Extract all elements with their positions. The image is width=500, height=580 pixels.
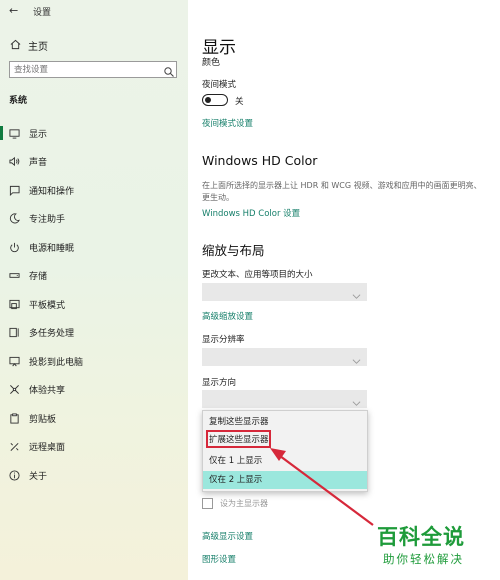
advanced-display-link[interactable]: 高级显示设置 [202, 530, 253, 542]
watermark-brand: 百科全说 [377, 525, 465, 549]
sidebar-item-label: 剪贴板 [29, 414, 57, 425]
orientation-dropdown[interactable] [202, 390, 367, 408]
sidebar-item-tablet[interactable]: 平板模式 [0, 290, 188, 319]
sidebar: ← 设置 主页 系统 显示 声音 通知和操作 专注助手 电源和睡眠 [0, 0, 188, 580]
sidebar-item-storage[interactable]: 存储 [0, 262, 188, 291]
section-heading: 系统 [9, 96, 28, 106]
sidebar-item-about[interactable]: 关于 [0, 461, 188, 490]
share-icon [9, 384, 20, 395]
resolution-label: 显示分辨率 [202, 335, 245, 345]
sidebar-item-label: 远程桌面 [29, 443, 66, 454]
sidebar-item-display[interactable]: 显示 [0, 119, 188, 148]
option-show-only-2[interactable]: 仅在 2 上显示 [203, 471, 367, 489]
sidebar-item-label: 关于 [29, 471, 48, 482]
main-display-checkbox[interactable] [202, 498, 213, 509]
storage-icon [9, 270, 20, 281]
chevron-down-icon [352, 286, 361, 299]
chevron-down-icon [352, 351, 361, 364]
hd-color-heading: Windows HD Color [202, 153, 318, 168]
clipboard-icon [9, 413, 20, 424]
sidebar-item-project[interactable]: 投影到此电脑 [0, 347, 188, 376]
main-panel: 显示 颜色 夜间模式 关 夜间模式设置 Windows HD Color 在上面… [188, 0, 500, 580]
window-title: 设置 [33, 8, 52, 18]
scale-label: 更改文本、应用等项目的大小 [202, 270, 313, 280]
watermark-slogan: 助你轻松解决 [383, 552, 464, 566]
night-mode-toggle[interactable] [202, 94, 228, 106]
sidebar-item-power[interactable]: 电源和睡眠 [0, 233, 188, 262]
sidebar-item-label: 专注助手 [29, 215, 66, 226]
sidebar-item-label: 存储 [29, 272, 48, 283]
hd-color-description: 在上面所选择的显示器上让 HDR 和 WCG 视频、游戏和应用中的画面更明亮、更… [202, 181, 482, 202]
title-bar: ← 设置 [0, 0, 188, 20]
resolution-dropdown[interactable] [202, 348, 367, 366]
home-link[interactable]: 主页 [10, 38, 48, 53]
back-arrow-icon[interactable]: ← [9, 4, 18, 17]
multitask-icon [9, 327, 20, 338]
night-mode-label: 夜间模式 [202, 80, 237, 90]
sidebar-item-label: 体验共享 [29, 386, 66, 397]
sidebar-item-label: 通知和操作 [29, 186, 75, 197]
sidebar-item-label: 电源和睡眠 [29, 243, 75, 254]
chevron-down-icon [352, 393, 361, 406]
info-icon [9, 470, 20, 481]
sidebar-item-sound[interactable]: 声音 [0, 148, 188, 177]
sidebar-item-label: 声音 [29, 158, 48, 169]
home-icon [10, 39, 21, 53]
night-mode-state: 关 [235, 97, 244, 107]
sidebar-item-notifications[interactable]: 通知和操作 [0, 176, 188, 205]
search-input[interactable] [9, 61, 177, 78]
sidebar-item-focus-assist[interactable]: 专注助手 [0, 205, 188, 234]
tablet-icon [9, 299, 20, 310]
power-icon [9, 242, 20, 253]
monitor-icon [9, 128, 20, 139]
scale-dropdown[interactable] [202, 283, 367, 301]
speaker-icon [9, 156, 20, 167]
nav-list: 显示 声音 通知和操作 专注助手 电源和睡眠 存储 平板模式 多任务处理 投影到… [0, 119, 188, 490]
orientation-label: 显示方向 [202, 378, 237, 388]
sidebar-item-clipboard[interactable]: 剪贴板 [0, 404, 188, 433]
option-show-only-1[interactable]: 仅在 1 上显示 [203, 452, 367, 470]
highlight-box [206, 430, 271, 448]
advanced-scaling-link[interactable]: 高级缩放设置 [202, 310, 253, 322]
project-icon [9, 356, 20, 367]
moon-icon [9, 213, 20, 224]
sidebar-item-label: 平板模式 [29, 300, 66, 311]
sidebar-item-label: 多任务处理 [29, 329, 75, 340]
hd-color-settings-link[interactable]: Windows HD Color 设置 [202, 207, 300, 219]
color-subheading: 颜色 [202, 58, 221, 68]
remote-icon [9, 441, 20, 452]
graphics-settings-link[interactable]: 图形设置 [202, 553, 236, 565]
sidebar-item-label: 显示 [29, 129, 48, 140]
main-display-label: 设为主显示器 [220, 499, 268, 508]
sidebar-item-remote-desktop[interactable]: 远程桌面 [0, 433, 188, 462]
sidebar-item-label: 投影到此电脑 [29, 357, 84, 368]
multi-display-dropdown-list: 复制这些显示器 扩展这些显示器 仅在 1 上显示 仅在 2 上显示 [202, 410, 368, 492]
sidebar-item-share[interactable]: 体验共享 [0, 376, 188, 405]
search-icon[interactable] [163, 63, 175, 77]
scale-layout-heading: 缩放与布局 [202, 243, 265, 258]
home-label: 主页 [28, 42, 48, 53]
notification-icon [9, 185, 20, 196]
toggle-knob [205, 96, 211, 103]
night-mode-settings-link[interactable]: 夜间模式设置 [202, 117, 253, 129]
option-duplicate-displays[interactable]: 复制这些显示器 [203, 413, 367, 431]
sidebar-item-multitasking[interactable]: 多任务处理 [0, 319, 188, 348]
